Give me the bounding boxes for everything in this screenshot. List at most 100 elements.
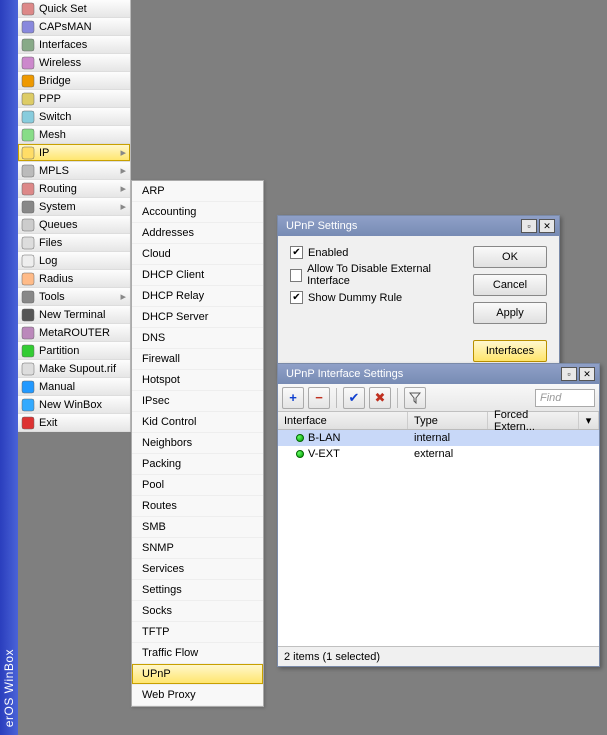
menu-item-ppp[interactable]: PPP xyxy=(18,90,130,108)
submenu-item-snmp[interactable]: SNMP xyxy=(132,538,263,559)
submenu-item-dhcp-relay[interactable]: DHCP Relay xyxy=(132,286,263,307)
submenu-item-socks[interactable]: Socks xyxy=(132,601,263,622)
menu-label: System xyxy=(39,201,118,213)
menu-item-interfaces[interactable]: Interfaces xyxy=(18,36,130,54)
menu-item-log[interactable]: Log xyxy=(18,252,130,270)
checkbox-allow-disable-external[interactable] xyxy=(290,269,302,282)
submenu-label: DNS xyxy=(142,332,165,344)
menu-item-capsman[interactable]: CAPsMAN xyxy=(18,18,130,36)
menu-label: MPLS xyxy=(39,165,118,177)
menu-item-metarouter[interactable]: MetaROUTER xyxy=(18,324,130,342)
remove-button[interactable]: − xyxy=(308,387,330,409)
menu-item-tools[interactable]: Tools▸ xyxy=(18,288,130,306)
submenu-item-services[interactable]: Services xyxy=(132,559,263,580)
checkbox-show-dummy-rule[interactable]: ✔ xyxy=(290,291,303,304)
submenu-label: Services xyxy=(142,563,184,575)
submenu-label: SMB xyxy=(142,521,166,533)
submenu-label: Pool xyxy=(142,479,164,491)
interfaces-button[interactable]: Interfaces xyxy=(473,340,547,362)
submenu-arrow-icon: ▸ xyxy=(118,146,128,159)
menu-item-switch[interactable]: Switch xyxy=(18,108,130,126)
menu-label: Queues xyxy=(39,219,128,231)
disable-button[interactable]: ✖ xyxy=(369,387,391,409)
x-icon: ✖ xyxy=(375,390,386,406)
submenu-item-kid-control[interactable]: Kid Control xyxy=(132,412,263,433)
menu-label: New WinBox xyxy=(39,399,128,411)
menu-item-exit[interactable]: Exit xyxy=(18,414,130,432)
submenu-arrow-icon: ▸ xyxy=(118,200,128,213)
menu-label: Quick Set xyxy=(39,3,128,15)
submenu-item-smb[interactable]: SMB xyxy=(132,517,263,538)
menu-item-bridge[interactable]: Bridge xyxy=(18,72,130,90)
menu-item-manual[interactable]: Manual xyxy=(18,378,130,396)
filter-button[interactable] xyxy=(404,387,426,409)
submenu-item-traffic-flow[interactable]: Traffic Flow xyxy=(132,643,263,664)
column-menu[interactable]: ▾ xyxy=(579,412,599,429)
menu-item-files[interactable]: Files xyxy=(18,234,130,252)
menu-icon xyxy=(20,271,36,287)
menu-item-radius[interactable]: Radius xyxy=(18,270,130,288)
grid-body[interactable]: B-LANinternalV-EXTexternal xyxy=(278,430,599,646)
apply-button[interactable]: Apply xyxy=(473,302,547,324)
submenu-item-upnp[interactable]: UPnP xyxy=(132,664,263,685)
cancel-button[interactable]: Cancel xyxy=(473,274,547,296)
menu-icon xyxy=(20,415,36,431)
find-input[interactable]: Find xyxy=(535,389,595,407)
submenu-item-packing[interactable]: Packing xyxy=(132,454,263,475)
menu-item-new-terminal[interactable]: New Terminal xyxy=(18,306,130,324)
minimize-button[interactable]: ▫ xyxy=(521,219,537,233)
table-row[interactable]: V-EXTexternal xyxy=(278,446,599,462)
close-button[interactable]: ✕ xyxy=(539,219,555,233)
submenu-item-tftp[interactable]: TFTP xyxy=(132,622,263,643)
menu-item-partition[interactable]: Partition xyxy=(18,342,130,360)
menu-item-mesh[interactable]: Mesh xyxy=(18,126,130,144)
enable-button[interactable]: ✔ xyxy=(343,387,365,409)
submenu-item-dns[interactable]: DNS xyxy=(132,328,263,349)
checkbox-enabled[interactable]: ✔ xyxy=(290,246,303,259)
menu-icon xyxy=(20,343,36,359)
column-forced-external[interactable]: Forced Extern... xyxy=(488,412,579,429)
submenu-item-neighbors[interactable]: Neighbors xyxy=(132,433,263,454)
menu-item-routing[interactable]: Routing▸ xyxy=(18,180,130,198)
menu-item-queues[interactable]: Queues xyxy=(18,216,130,234)
menu-label: Switch xyxy=(39,111,128,123)
submenu-label: ARP xyxy=(142,185,165,197)
ok-button[interactable]: OK xyxy=(473,246,547,268)
menu-item-system[interactable]: System▸ xyxy=(18,198,130,216)
close-button[interactable]: ✕ xyxy=(579,367,595,381)
submenu-item-ipsec[interactable]: IPsec xyxy=(132,391,263,412)
submenu-item-accounting[interactable]: Accounting xyxy=(132,202,263,223)
submenu-item-hotspot[interactable]: Hotspot xyxy=(132,370,263,391)
cell-type: internal xyxy=(408,432,488,444)
submenu-item-routes[interactable]: Routes xyxy=(132,496,263,517)
submenu-item-dhcp-server[interactable]: DHCP Server xyxy=(132,307,263,328)
titlebar-upnp-interface-settings[interactable]: UPnP Interface Settings ▫ ✕ xyxy=(278,364,599,384)
menu-item-quick-set[interactable]: Quick Set xyxy=(18,0,130,18)
submenu-item-pool[interactable]: Pool xyxy=(132,475,263,496)
menu-item-wireless[interactable]: Wireless xyxy=(18,54,130,72)
funnel-icon xyxy=(409,392,421,404)
minimize-button[interactable]: ▫ xyxy=(561,367,577,381)
menu-label: Tools xyxy=(39,291,118,303)
submenu-item-firewall[interactable]: Firewall xyxy=(132,349,263,370)
submenu-item-web-proxy[interactable]: Web Proxy xyxy=(132,685,263,706)
label-show-dummy: Show Dummy Rule xyxy=(308,292,402,304)
submenu-item-cloud[interactable]: Cloud xyxy=(132,244,263,265)
submenu-item-arp[interactable]: ARP xyxy=(132,181,263,202)
submenu-item-addresses[interactable]: Addresses xyxy=(132,223,263,244)
window-title: UPnP Settings xyxy=(286,220,357,232)
menu-item-make-supout-rif[interactable]: Make Supout.rif xyxy=(18,360,130,378)
submenu-label: IPsec xyxy=(142,395,170,407)
menu-icon xyxy=(20,91,36,107)
menu-item-mpls[interactable]: MPLS▸ xyxy=(18,162,130,180)
titlebar-upnp-settings[interactable]: UPnP Settings ▫ ✕ xyxy=(278,216,559,236)
menu-item-ip[interactable]: IP▸ xyxy=(18,144,130,162)
add-button[interactable]: + xyxy=(282,387,304,409)
submenu-item-dhcp-client[interactable]: DHCP Client xyxy=(132,265,263,286)
column-type[interactable]: Type xyxy=(408,412,488,429)
column-interface[interactable]: Interface xyxy=(278,412,408,429)
submenu-item-settings[interactable]: Settings xyxy=(132,580,263,601)
grid-header: Interface Type Forced Extern... ▾ xyxy=(278,412,599,430)
submenu-label: Routes xyxy=(142,500,177,512)
menu-item-new-winbox[interactable]: New WinBox xyxy=(18,396,130,414)
